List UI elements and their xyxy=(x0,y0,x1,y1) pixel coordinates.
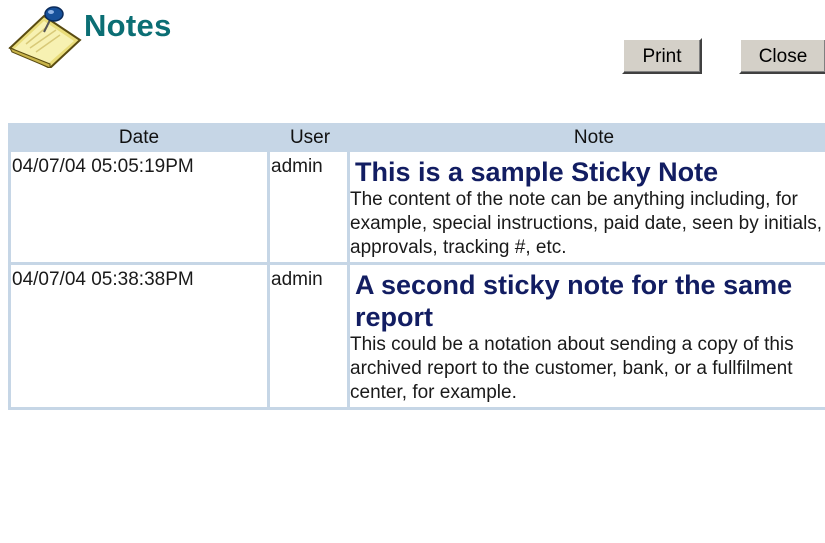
column-header-date[interactable]: Date xyxy=(8,123,270,152)
column-header-user[interactable]: User xyxy=(270,123,350,152)
note-date: 04/07/04 05:38:38PM xyxy=(12,269,194,290)
note-user: admin xyxy=(271,269,323,290)
table-header-row: Date User Note xyxy=(8,123,825,152)
note-body: The content of the note can be anything … xyxy=(350,189,823,258)
table-row: 04/07/04 05:38:38PM admin A second stick… xyxy=(8,265,825,410)
note-title: A second sticky note for the same report xyxy=(355,270,793,332)
table-row: 04/07/04 05:05:19PM admin This is a samp… xyxy=(8,152,825,265)
note-date: 04/07/04 05:05:19PM xyxy=(12,156,194,177)
print-button[interactable]: Print xyxy=(622,38,702,74)
column-header-note[interactable]: Note xyxy=(350,123,825,152)
page-title: Notes xyxy=(84,8,172,43)
sticky-note-pushpin-icon xyxy=(8,6,82,68)
notes-table: Date User Note 04/07/04 05:05:19PM admin… xyxy=(8,123,825,410)
notes-page: Notes Print Close Date User Note 04/07/0… xyxy=(0,0,825,543)
close-button[interactable]: Close xyxy=(739,38,825,74)
note-user: admin xyxy=(271,156,323,177)
note-title: This is a sample Sticky Note xyxy=(355,157,719,187)
note-body: This could be a notation about sending a… xyxy=(350,334,794,403)
